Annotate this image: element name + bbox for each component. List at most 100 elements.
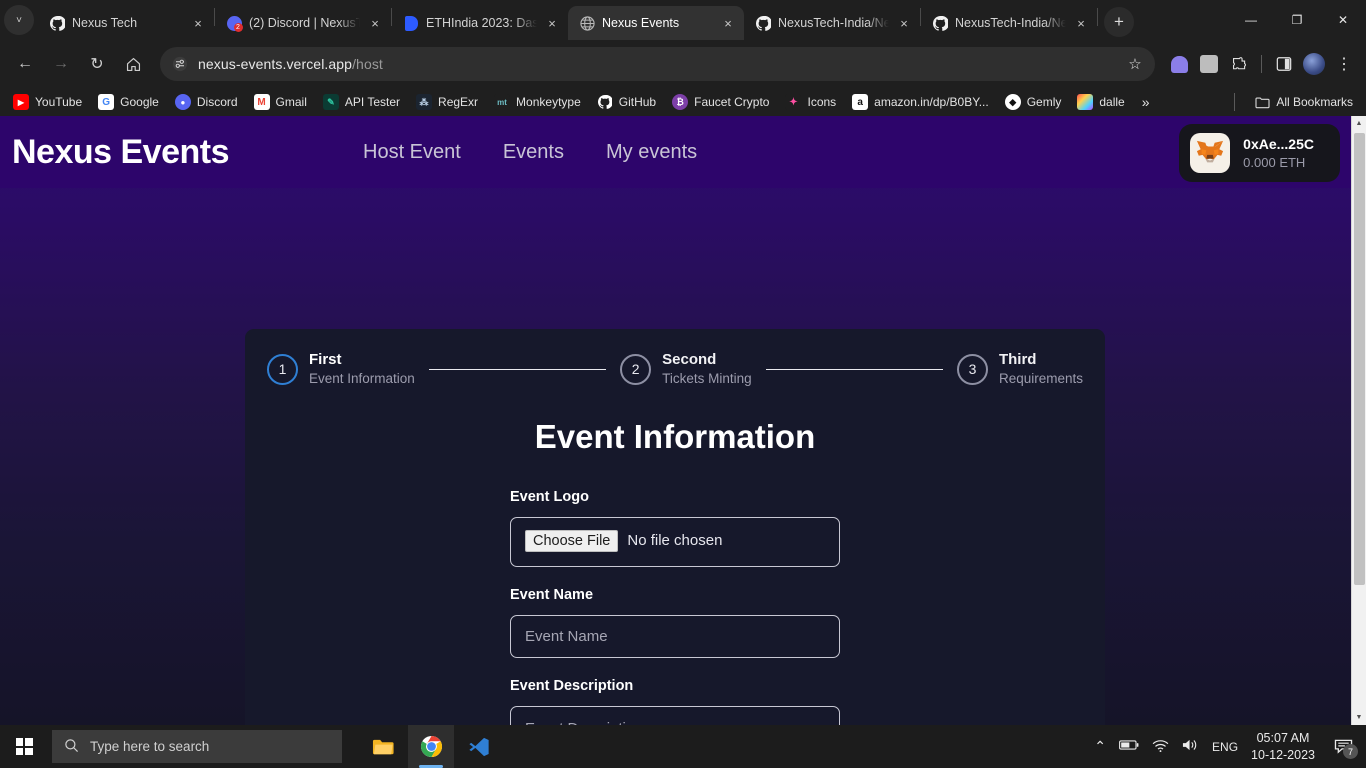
side-panel-icon[interactable] [1270,50,1298,78]
forward-icon[interactable]: → [44,47,78,81]
tab-search-icon[interactable]: ˅ [4,5,34,35]
clock-time: 05:07 AM [1256,731,1310,745]
step-text: Third Requirements [999,351,1083,388]
step-first[interactable]: 1 First Event Information [267,351,415,388]
google-chrome-icon[interactable] [408,725,454,768]
bookmark-label: YouTube [35,95,83,109]
new-tab-button[interactable]: + [1104,7,1134,37]
bookmark-label: GitHub [618,95,657,109]
bookmark-monkeytype[interactable]: mt Monkeytype [487,91,588,113]
browser-tab[interactable]: 2 (2) Discord | NexusTe × [215,6,391,40]
scrollbar-thumb[interactable] [1354,133,1365,585]
bookmark-github[interactable]: GitHub [590,91,663,113]
vscode-icon[interactable] [456,725,502,768]
site-settings-icon[interactable] [172,56,188,72]
taskbar-clock[interactable]: 05:07 AM 10-12-2023 [1251,730,1315,763]
reload-icon[interactable]: ↻ [80,47,114,81]
bookmark-icons[interactable]: ✦ Icons [778,91,843,113]
event-name-label: Event Name [510,586,594,603]
choose-file-button[interactable]: Choose File [525,529,619,552]
bookmark-faucet-crypto[interactable]: ₿ Faucet Crypto [665,91,776,113]
back-icon[interactable]: ← [8,47,42,81]
nav-item-host-event[interactable]: Host Event [349,137,475,168]
search-icon [64,738,79,756]
home-icon[interactable] [116,47,150,81]
step-second[interactable]: 2 Second Tickets Minting [620,351,752,388]
language-indicator[interactable]: ENG [1212,740,1238,754]
browser-tab[interactable]: ETHIndia 2023: Dashb × [392,6,568,40]
volume-icon[interactable] [1182,738,1199,755]
regexr-icon: ⁂ [416,94,433,110]
address-bar[interactable]: nexus-events.vercel.app/host ☆ [160,47,1155,81]
event-description-input[interactable] [510,705,840,725]
battery-icon[interactable] [1119,739,1139,754]
event-name-input[interactable] [510,614,840,658]
bookmark-gmail[interactable]: M Gmail [247,91,314,113]
scroll-up-arrow[interactable]: ▲ [1352,116,1366,131]
bookmark-label: Gmail [275,95,307,109]
tab-close-icon[interactable]: × [896,16,912,31]
bookmark-discord[interactable]: ● Discord [168,91,245,113]
gmail-icon: M [253,94,270,110]
bookmark-label: Discord [196,95,238,109]
browser-tab[interactable]: NexusTech-India/Nex × [921,6,1097,40]
taskbar-search-box[interactable]: Type here to search [52,730,342,763]
event-logo-file-input[interactable]: Choose File No file chosen [510,516,840,567]
tab-close-icon[interactable]: × [544,16,560,31]
bookmark-regexr[interactable]: ⁂ RegExr [409,91,485,113]
window-maximize-button[interactable]: ❐ [1274,0,1320,40]
browser-tab[interactable]: Nexus Tech × [38,6,214,40]
bookmark-label: Google [120,95,159,109]
page-scrollbar[interactable]: ▲ ▼ [1351,116,1366,725]
step-number: 2 [620,353,652,385]
bookmark-gemly[interactable]: ◆ Gemly [998,91,1069,113]
tab-close-icon[interactable]: × [1073,16,1089,31]
bookmarks-overflow-button[interactable]: » [1134,94,1158,110]
toolbar-separator [1261,55,1262,73]
windows-start-icon[interactable] [0,725,48,768]
puzzle-extensions-icon[interactable] [1225,50,1253,78]
url-path: /host [352,56,383,72]
bookmark-label: Gemly [1026,95,1062,109]
tab-close-icon[interactable]: × [190,16,206,31]
window-close-button[interactable]: ✕ [1320,0,1366,40]
tab-close-icon[interactable]: × [367,16,383,31]
discord-icon: 2 [226,15,243,32]
nav-item-my-events[interactable]: My events [592,137,711,168]
bookmark-youtube[interactable]: ▶ YouTube [6,91,89,113]
browser-tab-active[interactable]: Nexus Events × [568,6,744,40]
nav-item-events[interactable]: Events [489,137,578,168]
bookmark-amazon[interactable]: a amazon.in/dp/B0BY... [845,91,996,113]
bookmark-api-tester[interactable]: ✎ API Tester [316,91,407,113]
site-header: Nexus Events Host Event Events My events [0,116,1351,188]
bookmark-star-icon[interactable]: ☆ [1121,50,1149,78]
all-bookmarks-button[interactable]: All Bookmarks [1247,91,1360,113]
chrome-menu-icon[interactable]: ⋮ [1330,50,1358,78]
profile-avatar[interactable] [1300,50,1328,78]
tab-title: NexusTech-India/Nex [778,16,889,30]
wallet-widget[interactable]: 0xAe...25C 0.000 ETH [1179,124,1340,182]
browser-tab[interactable]: NexusTech-India/Nex × [744,6,920,40]
site-brand[interactable]: Nexus Events [10,133,230,172]
wallet-info: 0xAe...25C 0.000 ETH [1243,135,1314,171]
taskbar-search-placeholder: Type here to search [90,739,210,754]
file-explorer-icon[interactable] [360,725,406,768]
folder-icon [1254,94,1270,110]
tab-title: Nexus Tech [72,16,138,30]
scroll-down-arrow[interactable]: ▼ [1352,710,1366,725]
api-tester-icon: ✎ [322,94,339,110]
window-minimize-button[interactable]: — [1228,0,1274,40]
wifi-icon[interactable] [1152,739,1169,755]
bookmark-dalle[interactable]: dalle [1070,91,1131,113]
bookmark-google[interactable]: G Google [91,91,166,113]
tray-expand-chevron[interactable]: ⌃ [1094,738,1106,755]
step-connector [428,368,607,371]
system-tray: ⌃ ENG 05:07 AM 10-12-2023 7 [1094,725,1366,768]
page-title: Event Information [534,417,816,455]
step-third[interactable]: 3 Third Requirements [956,351,1083,388]
tab-close-icon[interactable]: × [720,16,736,31]
ghost-extension-icon[interactable] [1165,50,1193,78]
profile-extension-icon[interactable] [1195,50,1223,78]
notifications-icon[interactable]: 7 [1328,725,1358,768]
step-connector [765,368,943,371]
